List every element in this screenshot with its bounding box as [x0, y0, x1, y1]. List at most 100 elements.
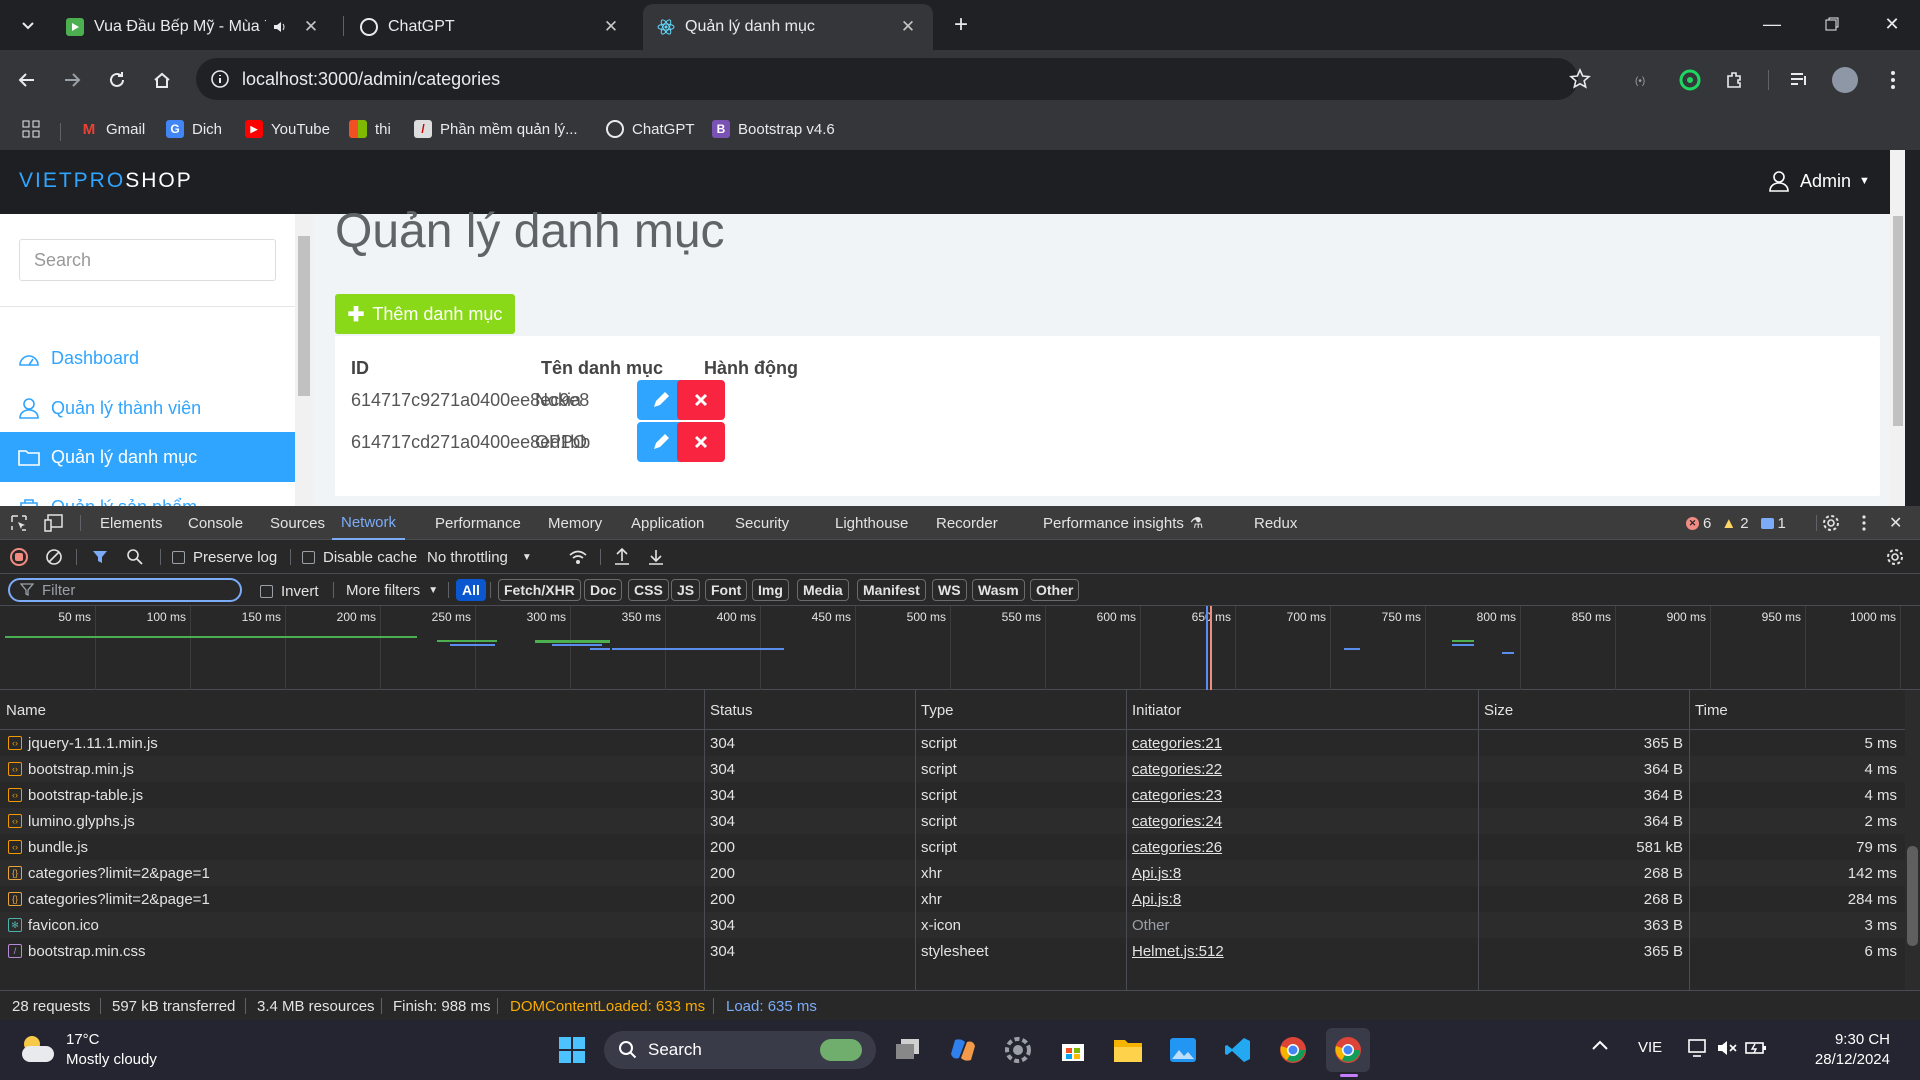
request-name-cell[interactable]: ✻ favicon.ico [0, 912, 700, 938]
close-tab-icon[interactable]: ✕ [600, 16, 622, 38]
reload-button[interactable] [100, 63, 134, 97]
task-view-icon[interactable] [886, 1028, 930, 1072]
request-name-cell[interactable]: ‹› bootstrap.min.js [0, 756, 700, 782]
vscode-icon[interactable] [1216, 1028, 1260, 1072]
request-name-cell[interactable]: ‹› jquery-1.11.1.min.js [0, 730, 700, 756]
speaker-icon[interactable] [272, 19, 288, 35]
search-icon[interactable] [126, 548, 144, 566]
network-timeline-overview[interactable]: 50 ms 100 ms 150 ms 200 ms 250 ms 300 ms 350 m… [0, 606, 1920, 690]
cast-icon[interactable]: (•) [1628, 63, 1662, 97]
disable-cache-checkbox[interactable]: Disable cache [302, 549, 417, 566]
apps-grid-icon[interactable] [22, 116, 40, 142]
tab-console[interactable]: Console [188, 506, 243, 540]
requests-scroll-thumb[interactable] [1907, 846, 1918, 946]
url-text[interactable]: localhost:3000/admin/categories [242, 69, 500, 90]
start-windows-icon[interactable] [550, 1028, 594, 1072]
tab-search-button[interactable] [12, 10, 44, 40]
request-name-cell[interactable]: {} categories?limit=2&page=1 [0, 860, 700, 886]
extensions-puzzle-icon[interactable] [1718, 63, 1752, 97]
network-settings-gear-icon[interactable] [1886, 548, 1904, 566]
request-initiator[interactable]: categories:21 [1132, 730, 1222, 756]
extension-record-icon[interactable] [1673, 63, 1707, 97]
request-row[interactable]: ‹› bootstrap-table.js 304 script categories:… [0, 782, 1905, 808]
inspect-element-icon[interactable] [10, 506, 28, 540]
battery-icon[interactable] [1745, 1038, 1767, 1058]
delete-button[interactable] [677, 380, 725, 420]
settings-gear-icon[interactable] [996, 1028, 1040, 1072]
devtools-close-icon[interactable]: ✕ [1889, 506, 1902, 540]
page-scroll-thumb[interactable] [1893, 216, 1903, 426]
sidebar-scroll-thumb[interactable] [298, 236, 310, 396]
filter-chip-font[interactable]: Font [705, 579, 748, 601]
export-har-icon[interactable] [648, 548, 664, 566]
column-header-initiator[interactable]: Initiator [1126, 690, 1181, 730]
bookmark-dich[interactable]: G Dich [166, 116, 222, 142]
address-bar[interactable]: localhost:3000/admin/categories [196, 58, 1591, 100]
column-header-status[interactable]: Status [704, 690, 753, 730]
error-counter[interactable]: ✕ 6 ▲ 2 1 [1686, 506, 1786, 540]
request-row[interactable]: / bootstrap.min.css 304 stylesheet Helmet.js… [0, 938, 1905, 964]
throttling-select[interactable]: No throttling ▼ [427, 549, 532, 566]
request-initiator[interactable]: categories:22 [1132, 756, 1222, 782]
column-header-type[interactable]: Type [915, 690, 954, 730]
filter-chip-ws[interactable]: WS [932, 579, 967, 601]
request-row[interactable]: ✻ favicon.ico 304 x-icon Other 363 B 3 ms [0, 912, 1905, 938]
tab-chatgpt[interactable]: ChatGPT ✕ [346, 4, 636, 50]
device-toolbar-icon[interactable] [44, 506, 64, 540]
more-filters-dropdown[interactable]: More filters ▼ [346, 582, 438, 599]
initiator-link[interactable]: Helmet.js:512 [1132, 943, 1224, 960]
request-initiator[interactable]: Helmet.js:512 [1132, 938, 1224, 964]
filter-chip-media[interactable]: Media [797, 579, 849, 601]
checkbox[interactable] [260, 585, 273, 598]
site-info-icon[interactable] [210, 69, 230, 89]
sidebar-item-categories[interactable]: Quản lý danh mục [0, 432, 295, 482]
request-initiator[interactable]: categories:23 [1132, 782, 1222, 808]
bookmark-chatgpt[interactable]: ChatGPT [606, 116, 695, 142]
request-initiator[interactable]: Api.js:8 [1132, 860, 1181, 886]
request-row[interactable]: {} categories?limit=2&page=1 200 xhr Api.js:… [0, 886, 1905, 912]
forward-button[interactable] [55, 63, 89, 97]
filter-chip-js[interactable]: JS [671, 579, 701, 601]
request-initiator[interactable]: categories:26 [1132, 834, 1222, 860]
checkbox[interactable] [172, 551, 185, 564]
tab-recorder[interactable]: Recorder [936, 506, 998, 540]
close-tab-icon[interactable]: ✕ [300, 16, 322, 38]
invert-checkbox[interactable]: Invert [260, 583, 319, 600]
sidebar-item-products[interactable]: Quản lý sản phẩm [0, 482, 295, 506]
tab-performance[interactable]: Performance [435, 506, 521, 540]
preserve-log-checkbox[interactable]: Preserve log [172, 549, 277, 566]
filter-chip-img[interactable]: Img [752, 579, 789, 601]
request-initiator[interactable]: categories:24 [1132, 808, 1222, 834]
request-name-cell[interactable]: ‹› lumino.glyphs.js [0, 808, 700, 834]
initiator-link[interactable]: categories:23 [1132, 787, 1222, 804]
tab-redux[interactable]: Redux [1254, 506, 1297, 540]
bookmark-star-icon[interactable] [1569, 68, 1591, 90]
request-row[interactable]: ‹› lumino.glyphs.js 304 script categories:24… [0, 808, 1905, 834]
tab-security[interactable]: Security [735, 506, 789, 540]
filter-chip-other[interactable]: Other [1030, 579, 1080, 601]
menu-kebab-icon[interactable] [1876, 63, 1910, 97]
bookmark-phan-mem[interactable]: / Phần mềm quản lý... [414, 116, 578, 142]
request-row[interactable]: ‹› bootstrap.min.js 304 script categories:22… [0, 756, 1905, 782]
tab-categories[interactable]: Quản lý danh mục ✕ [643, 4, 933, 50]
initiator-link[interactable]: Api.js:8 [1132, 865, 1181, 882]
close-window-button[interactable]: ✕ [1862, 0, 1920, 48]
initiator-link[interactable]: categories:22 [1132, 761, 1222, 778]
file-explorer-icon[interactable] [1106, 1028, 1150, 1072]
delete-button[interactable] [677, 422, 725, 462]
filter-chip-all[interactable]: All [456, 579, 486, 601]
add-category-button[interactable]: ✚ Thêm danh mục [335, 294, 515, 334]
request-name-cell[interactable]: {} categories?limit=2&page=1 [0, 886, 700, 912]
media-control-icon[interactable] [1783, 63, 1817, 97]
checkbox[interactable] [302, 551, 315, 564]
back-button[interactable] [10, 63, 44, 97]
admin-menu[interactable]: Admin ▼ [1768, 170, 1870, 192]
bookmark-gmail[interactable]: M Gmail [80, 116, 145, 142]
network-conditions-icon[interactable] [568, 548, 588, 566]
devtools-menu-icon[interactable] [1862, 506, 1866, 540]
request-row[interactable]: ‹› bundle.js 200 script categories:26 581 kB 7… [0, 834, 1905, 860]
record-stop-icon[interactable] [10, 548, 28, 566]
chrome-icon[interactable] [1271, 1028, 1315, 1072]
minimize-button[interactable]: — [1742, 0, 1802, 48]
close-tab-icon[interactable]: ✕ [897, 16, 919, 38]
